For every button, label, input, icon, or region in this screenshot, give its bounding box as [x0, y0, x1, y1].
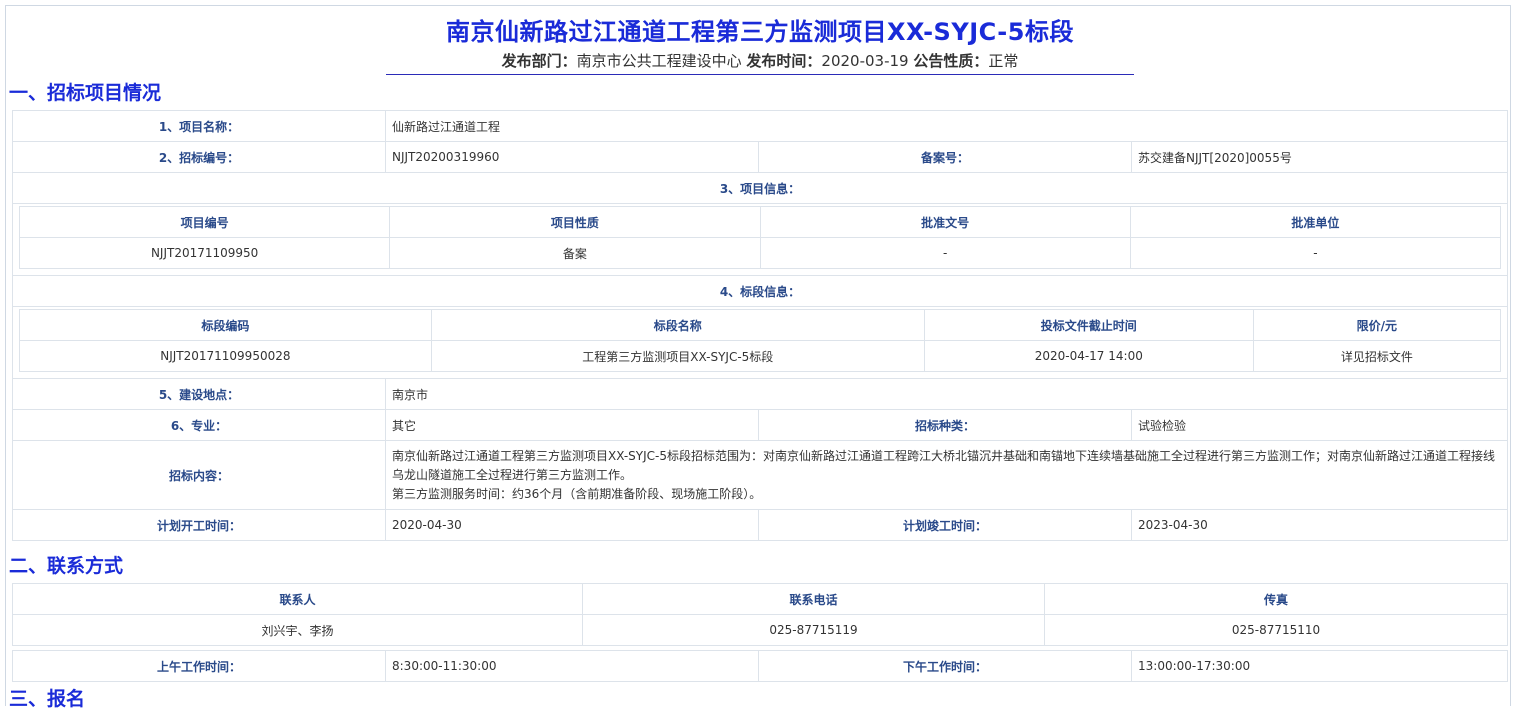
table-cell: 详见招标文件 — [1252, 340, 1502, 372]
section-info-cell: 标段编码 标段名称 投标文件截止时间 限价/元 NJJT201711099500… — [11, 306, 1509, 379]
table-cell: 2020-04-17 14:00 — [923, 340, 1254, 372]
table-cell: - — [1129, 237, 1502, 269]
page-title: 南京仙新路过江通道工程第三方监测项目XX-SYJC-5标段 — [446, 18, 1074, 46]
column-header: 投标文件截止时间 — [923, 309, 1254, 341]
table-cell: NJJT20171109950028 — [19, 340, 432, 372]
table-row: 3、项目信息： — [11, 172, 1509, 204]
table-cell: - — [759, 237, 1131, 269]
column-header: 联系人 — [12, 583, 583, 615]
project-info-table: 项目编号 项目性质 批准文号 批准单位 NJJT20171109950 备案 -… — [18, 206, 1502, 269]
title-underline — [386, 74, 1134, 75]
bid-content-line: 南京仙新路过江通道工程第三方监测项目XX-SYJC-5标段招标范围为：对南京仙新… — [392, 448, 1496, 463]
project-name-value: 仙新路过江通道工程 — [384, 110, 1509, 142]
bid-no-value: NJJT20200319960 — [385, 141, 759, 173]
table-row: NJJT20171109950 备案 - - — [18, 237, 1502, 269]
table-row: 4、标段信息： — [11, 275, 1509, 307]
section-heading-contact: 二、联系方式 — [9, 555, 124, 577]
table-row: 6、专业： 其它 招标种类： 试验检验 — [12, 409, 1509, 441]
am-hours-label: 上午工作时间： — [12, 650, 386, 682]
location-label: 5、建设地点： — [12, 378, 386, 410]
table-row: 上午工作时间： 8:30:00-11:30:00 下午工作时间： 13:00:0… — [12, 650, 1508, 682]
bid-type-value: 试验检验 — [1130, 409, 1509, 441]
table-header-row: 项目编号 项目性质 批准文号 批准单位 — [18, 206, 1502, 238]
dept-label: 发布部门： — [501, 52, 577, 70]
project-table: 1、项目名称： 仙新路过江通道工程 2、招标编号： NJJT2020031996… — [11, 110, 1509, 541]
table-row: 2、招标编号： NJJT20200319960 备案号： 苏交建备NJJT[20… — [12, 141, 1509, 173]
table-row: 项目编号 项目性质 批准文号 批准单位 NJJT20171109950 备案 -… — [11, 203, 1509, 276]
table-cell: 工程第三方监测项目XX-SYJC-5标段 — [430, 340, 925, 372]
table-row: 5、建设地点： 南京市 — [12, 378, 1509, 410]
location-value: 南京市 — [384, 378, 1509, 410]
bid-content-line: 第三方监测服务时间：约36个月（含前期准备阶段、现场施工阶段）。 — [392, 486, 762, 501]
table-header-row: 标段编码 标段名称 投标文件截止时间 限价/元 — [19, 309, 1502, 341]
table-row: 计划开工时间： 2020-04-30 计划竣工时间： 2023-04-30 — [12, 509, 1509, 541]
project-info-label: 3、项目信息： — [11, 172, 1509, 204]
bid-content-label: 招标内容： — [12, 440, 386, 510]
column-header: 标段编码 — [19, 309, 432, 341]
time-label: 发布时间： — [746, 52, 822, 70]
start-time-label: 计划开工时间： — [12, 509, 386, 541]
dept-value: 南京市公共工程建设中心 — [576, 52, 742, 70]
nature-label: 公告性质： — [913, 52, 989, 70]
end-time-label: 计划竣工时间： — [758, 509, 1132, 541]
column-header: 标段名称 — [430, 309, 925, 341]
contact-person: 刘兴宇、李扬 — [12, 614, 583, 646]
end-time-value: 2023-04-30 — [1130, 509, 1509, 541]
table-row: 刘兴宇、李扬 025-87715119 025-87715110 — [12, 614, 1508, 646]
contact-table: 联系人 联系电话 传真 刘兴宇、李扬 025-87715119 025-8771… — [12, 583, 1508, 646]
contact-phone: 025-87715119 — [582, 614, 1045, 646]
column-header: 批准单位 — [1129, 206, 1502, 238]
table-header-row: 联系人 联系电话 传真 — [12, 583, 1508, 615]
contact-fax: 025-87715110 — [1044, 614, 1508, 646]
column-header: 传真 — [1044, 583, 1508, 615]
column-header: 项目编号 — [18, 206, 391, 238]
bid-type-label: 招标种类： — [758, 409, 1132, 441]
column-header: 批准文号 — [759, 206, 1131, 238]
bid-content-value: 南京仙新路过江通道工程第三方监测项目XX-SYJC-5标段招标范围为：对南京仙新… — [384, 440, 1509, 510]
column-header: 联系电话 — [582, 583, 1045, 615]
start-time-value: 2020-04-30 — [385, 509, 759, 541]
am-hours-value: 8:30:00-11:30:00 — [385, 650, 759, 682]
publish-meta: 发布部门：南京市公共工程建设中心 发布时间：2020-03-19 公告性质：正常 — [0, 50, 1520, 71]
pm-hours-label: 下午工作时间： — [758, 650, 1132, 682]
project-name-label: 1、项目名称： — [12, 110, 386, 142]
table-row: 1、项目名称： 仙新路过江通道工程 — [12, 110, 1509, 142]
column-header: 项目性质 — [389, 206, 761, 238]
bid-content-line: 乌龙山隧道施工全过程进行第三方监测工作。 — [392, 467, 633, 482]
pm-hours-value: 13:00:00-17:30:00 — [1131, 650, 1508, 682]
section-heading-project: 一、招标项目情况 — [9, 82, 162, 104]
section-info-label: 4、标段信息： — [11, 275, 1509, 307]
specialty-value: 其它 — [385, 409, 759, 441]
time-value: 2020-03-19 — [821, 52, 909, 70]
bid-no-label: 2、招标编号： — [12, 141, 386, 173]
table-row: NJJT20171109950028 工程第三方监测项目XX-SYJC-5标段 … — [19, 340, 1502, 372]
table-cell: 备案 — [389, 237, 761, 269]
project-info-cell: 项目编号 项目性质 批准文号 批准单位 NJJT20171109950 备案 -… — [11, 203, 1509, 276]
nature-value: 正常 — [988, 52, 1019, 70]
record-no-label: 备案号： — [758, 141, 1132, 173]
specialty-label: 6、专业： — [12, 409, 386, 441]
column-header: 限价/元 — [1252, 309, 1502, 341]
table-cell: NJJT20171109950 — [18, 237, 391, 269]
section-info-table: 标段编码 标段名称 投标文件截止时间 限价/元 NJJT201711099500… — [19, 309, 1502, 372]
table-row: 招标内容： 南京仙新路过江通道工程第三方监测项目XX-SYJC-5标段招标范围为… — [12, 440, 1509, 510]
hours-table: 上午工作时间： 8:30:00-11:30:00 下午工作时间： 13:00:0… — [12, 650, 1508, 682]
table-row: 标段编码 标段名称 投标文件截止时间 限价/元 NJJT201711099500… — [11, 306, 1509, 379]
record-no-value: 苏交建备NJJT[2020]0055号 — [1130, 141, 1509, 173]
